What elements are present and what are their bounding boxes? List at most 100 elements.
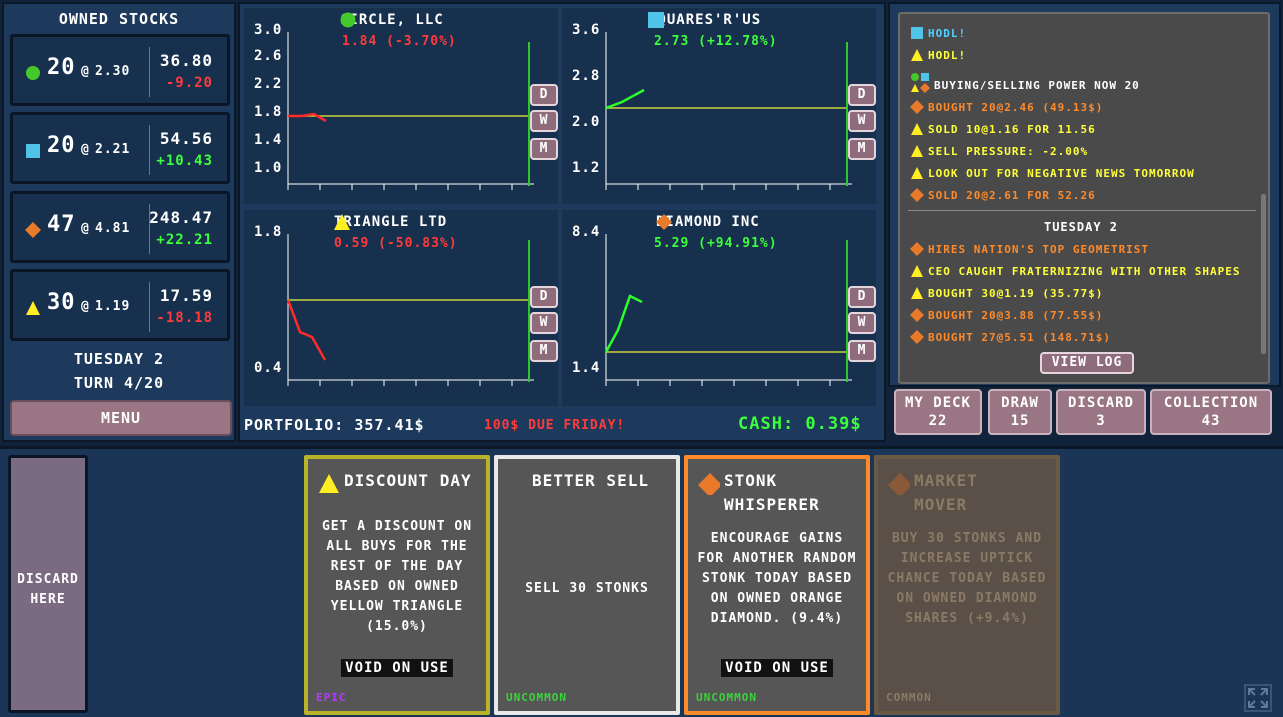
orange-diamond-icon [910,100,924,114]
card-title: DISCOUNT DAY [344,471,472,490]
owned-stock-card-square[interactable]: 20 @ 2.21 54.56 +10.43 [10,112,230,184]
charts-panel: CIRCLE, LLC 1.84 (-3.70%) 3.0 2.6 2.2 1.… [238,2,886,442]
owned-stock-card-diamond[interactable]: 47 @ 4.81 248.47 +22.21 [10,191,230,263]
yellow-triangle-icon [911,265,923,277]
cash-value: CASH: 0.39$ [738,414,862,434]
owned-qty: 47 [47,212,76,237]
tick-label: 2.2 [254,76,283,92]
tick-label: 1.2 [572,160,601,176]
card-stonk-whisperer[interactable]: STONK WHISPERER ENCOURAGE GAINS FOR ANOT… [684,455,870,715]
owned-stocks-title: OWNED STOCKS [58,10,180,28]
log-scrollbar[interactable] [1261,194,1266,354]
orange-diamond-icon [910,242,924,256]
day-range-button[interactable]: D [530,84,558,106]
chart-diamond: DIAMOND INC 5.29 (+94.91%) 8.4 1.4 D W M [562,210,876,406]
log-divider [908,210,1256,211]
owned-stock-card-circle[interactable]: 20 @ 2.30 36.80 -9.20 [10,34,230,106]
log-line: HODL! [910,48,966,62]
log-line: SELL PRESSURE: -2.00% [910,144,1088,158]
yellow-triangle-icon [911,49,923,61]
month-range-button[interactable]: M [530,340,558,362]
collection-label: COLLECTION [1163,395,1259,411]
event-log[interactable]: HODL! HODL! BUYING/SELLING POWER NOW 20 … [898,12,1270,384]
owned-qty: 30 [47,290,76,315]
day-range-button[interactable]: D [530,286,558,308]
my-deck-button[interactable]: MY DECK 22 [894,389,982,435]
chart-title: CIRCLE, LLC [340,12,444,28]
owned-buy-price: 2.21 [95,142,131,157]
owned-change: -9.20 [165,75,213,91]
owned-stock-card-triangle[interactable]: 30 @ 1.19 17.59 -18.18 [10,269,230,341]
day-range-button[interactable]: D [848,84,876,106]
fullscreen-toggle-icon[interactable] [1244,684,1272,712]
month-range-button[interactable]: M [530,138,558,160]
chart-title: TRIANGLE LTD [334,214,448,230]
at-symbol: @ [81,64,90,79]
discard-drop-zone[interactable]: DISCARD HERE [8,455,88,713]
owned-change: -18.18 [156,310,213,326]
menu-button[interactable]: MENU [10,400,232,436]
collection-button[interactable]: COLLECTION 43 [1150,389,1272,435]
void-on-use-tag: VOID ON USE [688,657,866,677]
card-title: BETTER SELL [532,471,649,490]
divider [149,125,150,175]
draw-label: DRAW [1001,395,1039,411]
card-description: SELL 30 STONKS [525,581,649,596]
card-rarity: EPIC [316,691,347,704]
turn-label: TURN 4/20 [73,374,165,392]
yellow-triangle-icon [911,123,923,135]
card-rarity: UNCOMMON [506,691,567,704]
owned-stocks-panel: OWNED STOCKS 20 @ 2.30 36.80 -9.20 20 @ … [2,2,236,442]
all-shapes-icon [911,73,930,93]
discard-pile-button[interactable]: DISCARD 3 [1056,389,1146,435]
log-day-header: TUESDAY 2 [1043,220,1119,234]
owned-buy-price: 4.81 [95,221,131,236]
tick-label: 8.4 [572,224,601,240]
card-title: MARKET MOVER [914,471,978,514]
my-deck-count: 22 [928,413,948,429]
log-line: SOLD 20@2.61 FOR 52.26 [910,188,1096,202]
log-line: HIRES NATION'S TOP GEOMETRIST [910,242,1149,256]
month-range-button[interactable]: M [848,138,876,160]
log-line: LOOK OUT FOR NEGATIVE NEWS TOMORROW [910,166,1195,180]
draw-count: 15 [1010,413,1030,429]
card-rarity: COMMON [886,691,932,704]
owned-buy-price: 2.30 [95,64,131,79]
log-line: BUYING/SELLING POWER NOW 20 [910,72,1140,94]
card-market-mover[interactable]: MARKET MOVER BUY 30 STONKS AND INCREASE … [874,455,1060,715]
card-description: BUY 30 STONKS AND INCREASE UPTICK CHANCE… [887,531,1047,626]
tick-label: 1.0 [254,160,283,176]
draw-pile-button[interactable]: DRAW 15 [988,389,1052,435]
week-range-button[interactable]: W [848,312,876,334]
week-range-button[interactable]: W [848,110,876,132]
chart-change: 2.73 (+12.78%) [654,34,778,49]
discard-zone-line1: DISCARD [17,572,79,587]
log-line: BOUGHT 20@3.88 (77.55$) [910,308,1103,322]
tick-label: 1.8 [254,224,283,240]
owned-value: 248.47 [149,208,213,227]
tick-label: 2.0 [572,114,601,130]
orange-diamond-icon [888,473,910,495]
void-on-use-tag: VOID ON USE [308,657,486,677]
day-range-button[interactable]: D [848,286,876,308]
due-warning: 100$ DUE FRIDAY! [484,418,626,433]
orange-diamond-icon [25,222,41,238]
card-better-sell[interactable]: BETTER SELL SELL 30 STONKS UNCOMMON [494,455,680,715]
card-discount-day[interactable]: DISCOUNT DAY GET A DISCOUNT ON ALL BUYS … [304,455,490,715]
tick-label: 2.6 [254,48,283,64]
week-range-button[interactable]: W [530,110,558,132]
owned-qty: 20 [47,55,76,80]
yellow-triangle-icon [911,287,923,299]
view-log-button[interactable]: VIEW LOG [1040,352,1134,374]
tick-label: 1.4 [572,360,601,376]
month-range-button[interactable]: M [848,340,876,362]
orange-diamond-icon [910,188,924,202]
portfolio-value: PORTFOLIO: 357.41$ [244,416,425,434]
chart-square: SQUARES'R'US 2.73 (+12.78%) 3.6 2.8 2.0 … [562,8,876,204]
week-range-button[interactable]: W [530,312,558,334]
log-line: BOUGHT 27@5.51 (148.71$) [910,330,1111,344]
yellow-triangle-icon [25,300,41,316]
green-circle-icon [340,12,356,28]
at-symbol: @ [81,299,90,314]
day-label: TUESDAY 2 [73,350,165,368]
